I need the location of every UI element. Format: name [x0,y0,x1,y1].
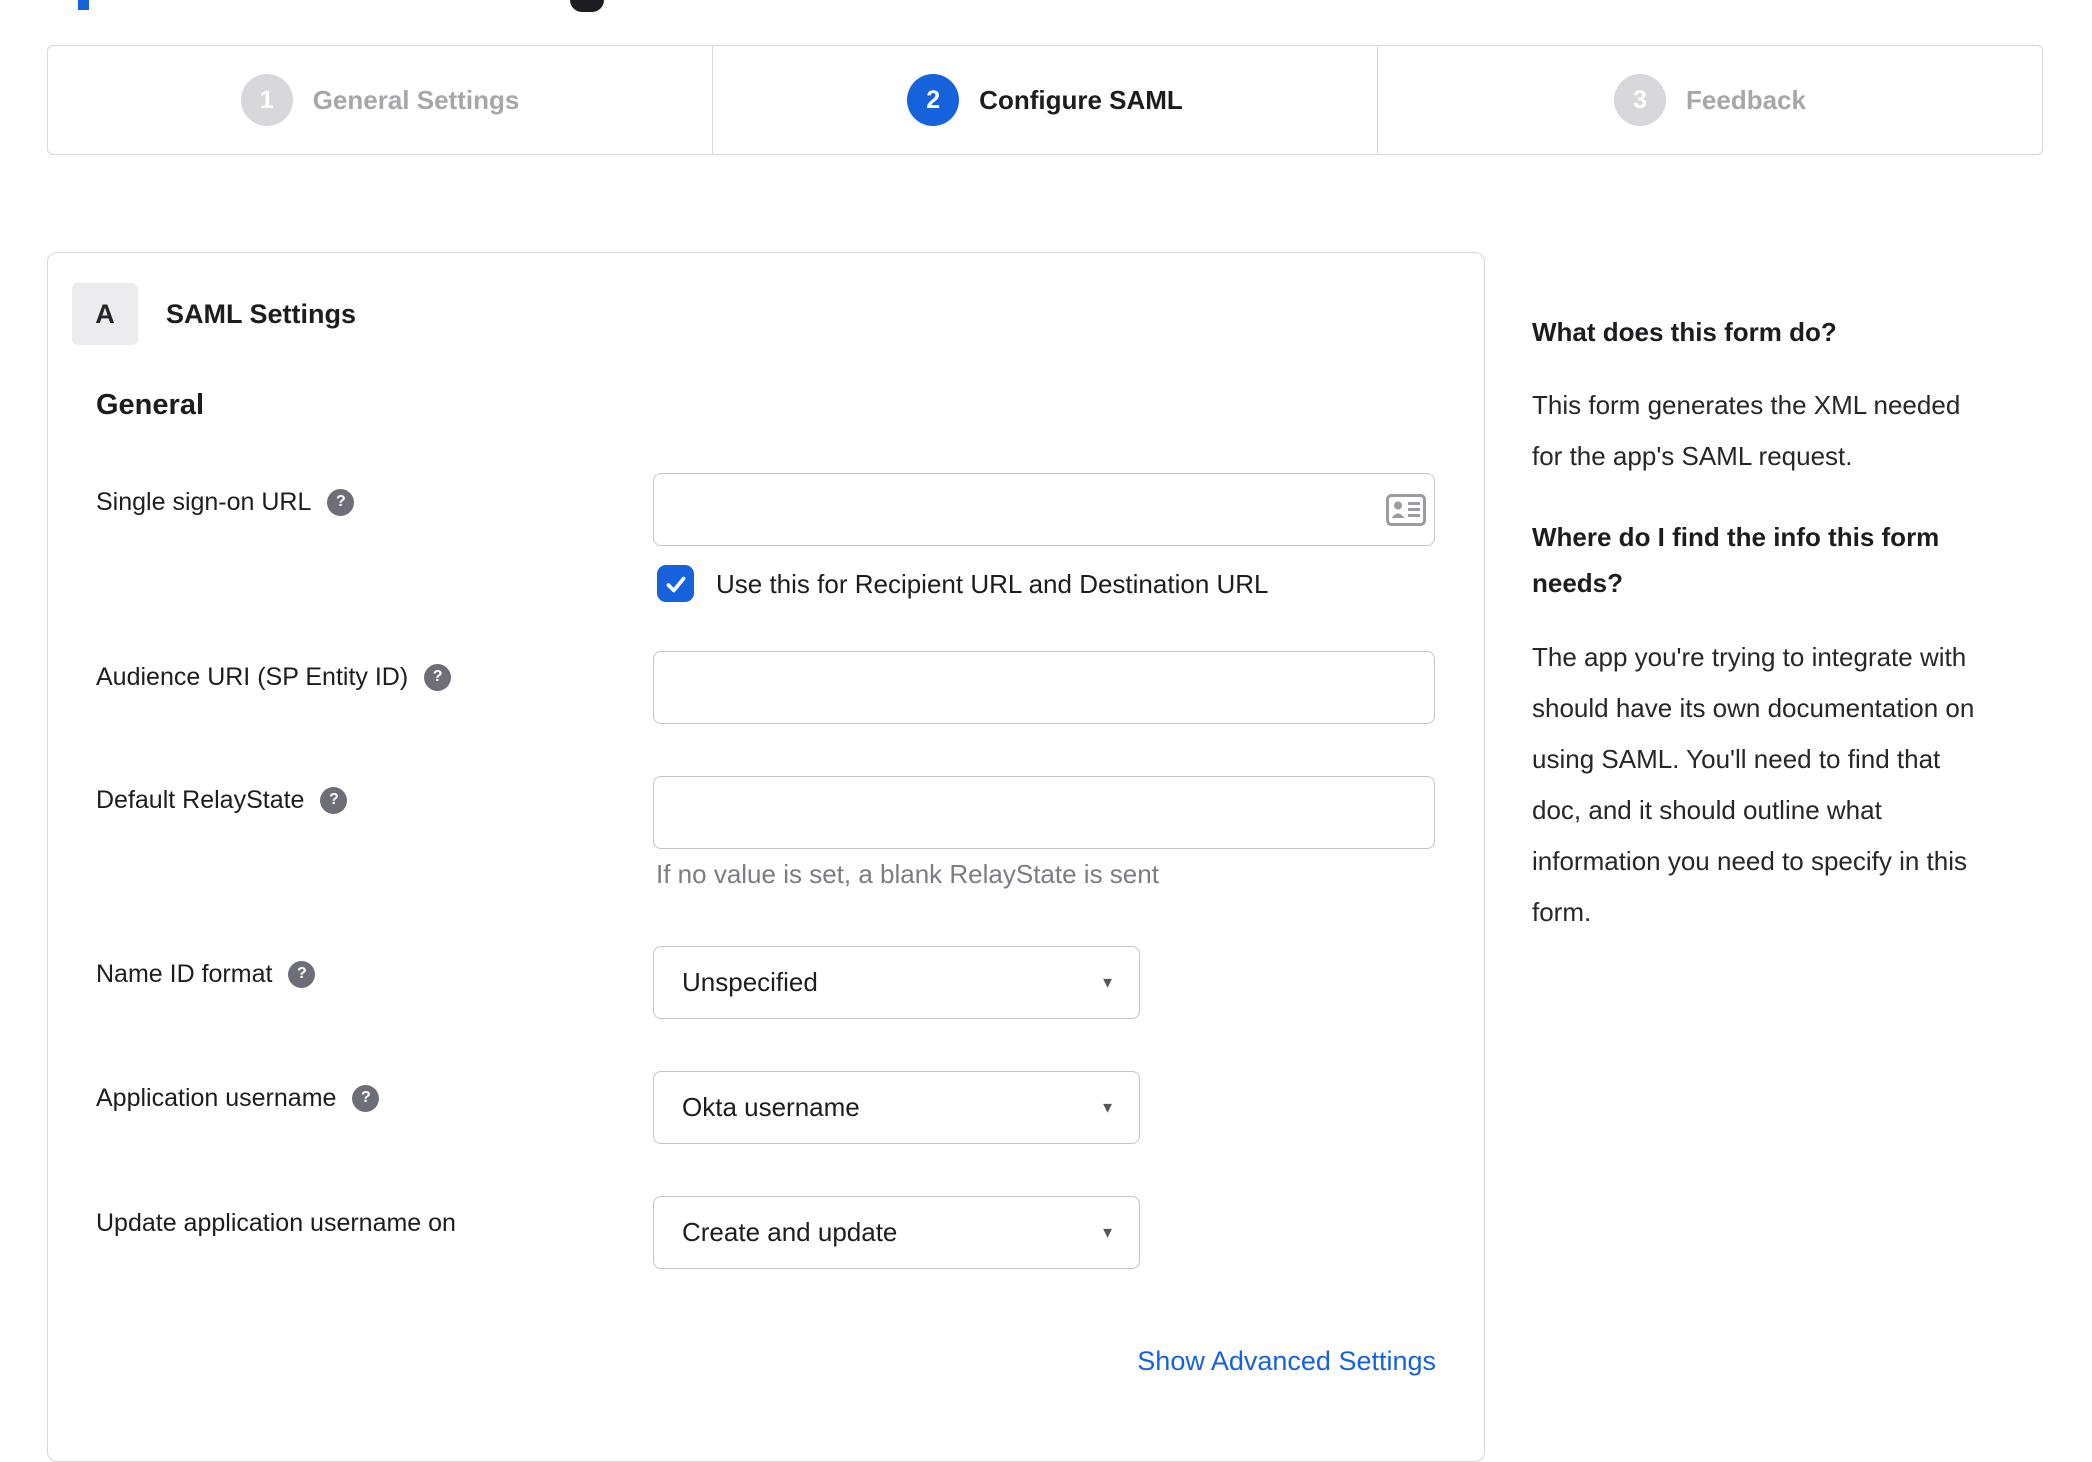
general-section-heading: General [96,389,204,421]
help-sidebar: What does this form do? This form genera… [1532,316,2040,938]
chevron-down-icon: ▼ [1100,1099,1115,1116]
app-username-help-icon[interactable]: ? [352,1084,380,1112]
saml-settings-panel: A SAML Settings General Single sign-on U… [47,252,1485,1462]
app-username-label: Application username [96,1084,337,1112]
wizard-stepper: 1 General Settings 2 Configure SAML 3 Fe… [47,45,2043,155]
app-username-value: Okta username [682,1092,860,1122]
step-3-label: Feedback [1686,84,1806,115]
sso-url-label-row: Single sign-on URL ? [96,486,355,518]
step-2-label: Configure SAML [979,84,1183,115]
audience-uri-label-row: Audience URI (SP Entity ID) ? [96,661,452,693]
show-advanced-settings-link[interactable]: Show Advanced Settings [1137,1346,1436,1377]
cut-off-blue-fragment [78,0,89,10]
update-username-label-row: Update application username on [96,1207,456,1239]
cut-off-text-fragment [570,0,604,12]
app-username-label-row: Application username ? [96,1082,380,1114]
help-heading-what: What does this form do? [1532,317,1837,347]
chevron-down-icon: ▼ [1100,1224,1115,1241]
name-id-format-label: Name ID format [96,960,273,988]
relaystate-hint: If no value is set, a blank RelayState i… [656,859,1159,889]
audience-uri-input[interactable] [653,651,1435,724]
help-heading-where: Where do I find the info this form needs… [1532,522,1940,598]
help-body-what: This form generates the XML needed for t… [1532,390,1961,471]
relaystate-input[interactable] [653,776,1435,849]
audience-uri-help-icon[interactable]: ? [424,663,452,691]
sso-url-input[interactable] [653,473,1435,546]
step-1-label: General Settings [312,84,520,115]
use-for-recipient-checkbox[interactable] [657,565,694,602]
name-id-format-value: Unspecified [682,967,818,997]
relaystate-label: Default RelayState [96,786,305,814]
relaystate-help-icon[interactable]: ? [320,786,348,814]
checkmark-icon [666,576,685,592]
panel-title: SAML Settings [166,299,357,329]
name-id-format-label-row: Name ID format ? [96,958,316,990]
update-username-label: Update application username on [96,1209,456,1237]
step-general-settings[interactable]: 1 General Settings [48,46,712,154]
update-username-value: Create and update [682,1217,898,1247]
chevron-down-icon: ▼ [1100,974,1115,991]
app-username-select[interactable]: Okta username ▼ [653,1071,1140,1144]
step-1-circle: 1 [240,74,293,126]
step-feedback[interactable]: 3 Feedback [1377,46,2042,154]
name-id-format-help-icon[interactable]: ? [288,960,316,988]
step-2-circle: 2 [907,74,960,126]
sso-url-label: Single sign-on URL [96,488,312,516]
audience-uri-label: Audience URI (SP Entity ID) [96,663,409,691]
help-body-where: The app you're trying to integrate with … [1532,642,1975,927]
sso-url-help-icon[interactable]: ? [327,488,355,516]
update-username-select[interactable]: Create and update ▼ [653,1196,1140,1269]
step-3-circle: 3 [1614,74,1667,126]
section-a-badge: A [72,283,138,345]
step-configure-saml[interactable]: 2 Configure SAML [712,46,1377,154]
relaystate-label-row: Default RelayState ? [96,784,348,816]
name-id-format-select[interactable]: Unspecified ▼ [653,946,1140,1019]
use-for-recipient-label: Use this for Recipient URL and Destinati… [716,569,1269,599]
